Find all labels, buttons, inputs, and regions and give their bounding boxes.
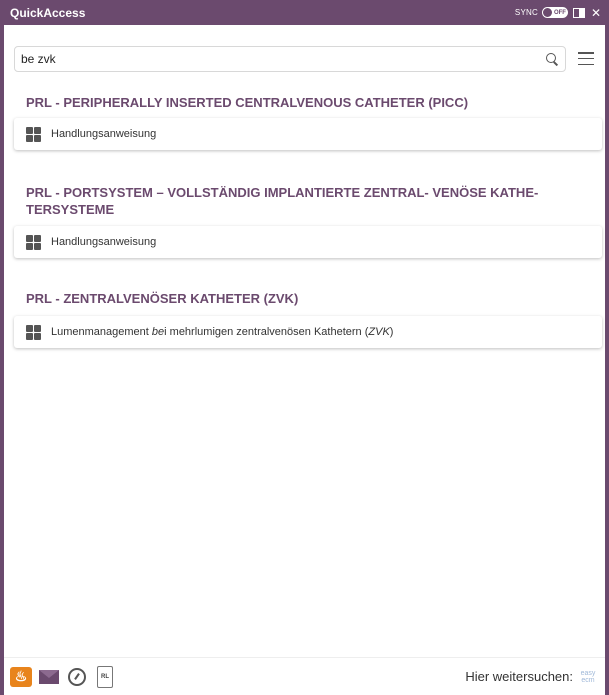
sync-label: SYNC xyxy=(514,8,538,17)
toggle-knob xyxy=(542,8,552,17)
result-item[interactable]: Lumenmanagement bei mehrlumigen zentralv… xyxy=(14,316,602,348)
close-icon[interactable]: ✕ xyxy=(591,7,601,19)
speedometer-icon[interactable] xyxy=(66,667,88,687)
result-section-title[interactable]: PRL - ZENTRALVENÖSER KATHETER (ZVK) xyxy=(26,290,586,307)
search-icon[interactable] xyxy=(545,52,559,66)
result-item-label: Handlungsanweisung xyxy=(51,128,157,140)
grid-icon xyxy=(26,234,41,250)
sync-toggle[interactable]: OFF xyxy=(541,7,568,18)
result-item-label: Lumenmanagement bei mehrlumigen zentralv… xyxy=(51,326,394,338)
grid-icon xyxy=(26,126,41,142)
result-section-title[interactable]: PRL - PERIPHERALLY INSERTED CENTRALVENOU… xyxy=(26,94,586,111)
rl-document-icon[interactable]: RL xyxy=(94,665,116,688)
search-bar xyxy=(14,46,566,72)
result-item[interactable]: Handlungsanweisung xyxy=(14,118,602,150)
fire-icon[interactable]: ♨ xyxy=(10,666,32,687)
footer-bar: ♨ RL Hier weitersuchen: easy ecm xyxy=(4,657,605,695)
result-item[interactable]: Handlungsanweisung xyxy=(14,226,602,258)
sync-state: OFF xyxy=(553,9,566,16)
grid-icon xyxy=(26,324,41,340)
dock-panel-icon[interactable] xyxy=(572,7,585,18)
result-item-label: Handlungsanweisung xyxy=(51,236,157,248)
hamburger-menu-icon[interactable] xyxy=(578,52,594,65)
app-title: QuickAccess xyxy=(10,5,86,20)
result-section-title[interactable]: PRL - PORTSYSTEM – VOLLSTÄNDIG IMPLANTIE… xyxy=(26,184,586,218)
mail-icon[interactable] xyxy=(38,667,60,687)
search-further-label: Hier weitersuchen: xyxy=(465,669,573,684)
easy-ecm-logo[interactable]: easy ecm xyxy=(579,670,597,684)
search-input[interactable] xyxy=(21,52,545,66)
title-bar: QuickAccess SYNC OFF ✕ xyxy=(0,0,609,25)
